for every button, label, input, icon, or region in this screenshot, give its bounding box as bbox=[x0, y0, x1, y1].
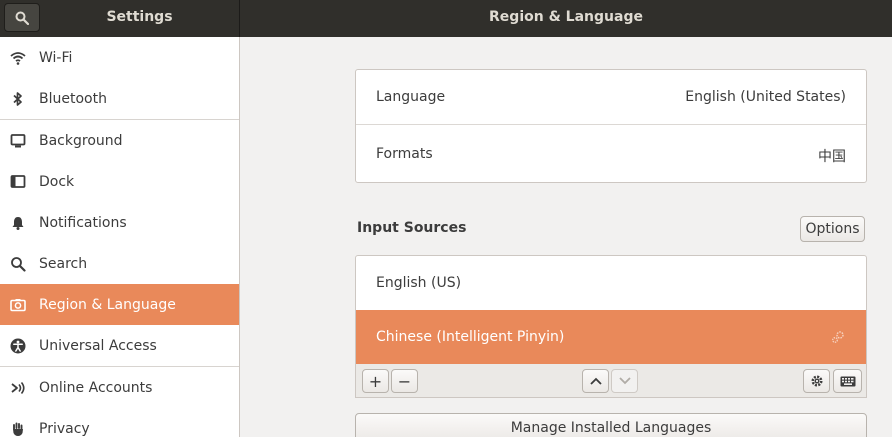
manage-installed-languages-button[interactable]: Manage Installed Languages bbox=[355, 413, 867, 437]
formats-value: 中国 bbox=[818, 149, 846, 165]
sidebar-item-label: Dock bbox=[39, 173, 75, 190]
language-formats-card: Language English (United States) Formats… bbox=[355, 69, 867, 183]
add-input-source-button[interactable]: + bbox=[362, 369, 389, 393]
language-label: Language bbox=[376, 89, 446, 105]
sidebar-item-background[interactable]: Background bbox=[0, 120, 239, 161]
search-icon bbox=[15, 11, 29, 25]
hand-icon bbox=[10, 421, 26, 437]
input-source-row[interactable]: English (US) bbox=[356, 256, 866, 310]
sidebar-item-search[interactable]: Search bbox=[0, 243, 239, 284]
remove-input-source-button[interactable]: − bbox=[391, 369, 418, 393]
bluetooth-icon bbox=[10, 91, 26, 107]
sidebar-item-label: Background bbox=[39, 132, 123, 149]
language-row[interactable]: Language English (United States) bbox=[356, 70, 866, 125]
sidebar-border bbox=[239, 37, 240, 437]
sidebar-item-label: Universal Access bbox=[39, 337, 157, 354]
formats-row[interactable]: Formats 中国 bbox=[356, 125, 866, 182]
sidebar-item-region-language[interactable]: Region & Language bbox=[0, 284, 239, 325]
sidebar-item-label: Bluetooth bbox=[39, 90, 107, 107]
input-sources-toolbar: + − bbox=[355, 364, 867, 398]
sidebar-item-dock[interactable]: Dock bbox=[0, 161, 239, 202]
language-value: English (United States) bbox=[685, 89, 846, 105]
settings-title: Settings bbox=[106, 9, 173, 25]
wifi-icon bbox=[10, 50, 26, 66]
sidebar-item-online-accounts[interactable]: Online Accounts bbox=[0, 367, 239, 408]
input-source-settings-button[interactable] bbox=[803, 369, 830, 393]
move-down-button[interactable] bbox=[611, 369, 638, 393]
sidebar-item-label: Privacy bbox=[39, 420, 90, 437]
options-button[interactable]: Options bbox=[800, 216, 865, 242]
input-sources-title: Input Sources bbox=[357, 220, 467, 236]
chevron-down-icon bbox=[618, 377, 631, 385]
search-icon bbox=[10, 256, 26, 272]
gear-icon bbox=[811, 375, 822, 387]
sidebar-item-label: Online Accounts bbox=[39, 379, 153, 396]
chevron-up-icon bbox=[589, 377, 602, 385]
input-source-label: English (US) bbox=[376, 275, 462, 291]
sidebar-item-label: Wi-Fi bbox=[39, 49, 73, 66]
sidebar-item-label: Region & Language bbox=[39, 296, 176, 313]
keyboard-icon bbox=[840, 376, 855, 386]
sidebar-item-universal-access[interactable]: Universal Access bbox=[0, 325, 239, 366]
move-up-button[interactable] bbox=[582, 369, 609, 393]
online-accounts-icon bbox=[10, 380, 26, 396]
sidebar-item-wifi[interactable]: Wi-Fi bbox=[0, 37, 239, 78]
dock-icon bbox=[10, 174, 26, 190]
search-button[interactable] bbox=[4, 3, 40, 32]
gears-icon[interactable] bbox=[830, 329, 846, 349]
panel-title: Region & Language bbox=[489, 9, 643, 25]
accessibility-icon bbox=[10, 338, 26, 354]
show-keyboard-layout-button[interactable] bbox=[833, 369, 862, 393]
bell-icon bbox=[10, 215, 26, 231]
sidebar-item-notifications[interactable]: Notifications bbox=[0, 202, 239, 243]
sidebar-item-privacy[interactable]: Privacy bbox=[0, 408, 239, 437]
formats-label: Formats bbox=[376, 146, 433, 162]
camera-icon bbox=[10, 297, 26, 313]
sidebar-item-bluetooth[interactable]: Bluetooth bbox=[0, 78, 239, 119]
sidebar-item-label: Notifications bbox=[39, 214, 127, 231]
input-source-label: Chinese (Intelligent Pinyin) bbox=[376, 329, 565, 345]
input-sources-list: English (US) Chinese (Intelligent Pinyin… bbox=[355, 255, 867, 364]
input-source-row-selected[interactable]: Chinese (Intelligent Pinyin) bbox=[356, 310, 866, 364]
sidebar: Wi-Fi Bluetooth Background Dock Notifica… bbox=[0, 37, 239, 437]
monitor-icon bbox=[10, 133, 26, 149]
header-bar: Settings Region & Language bbox=[0, 0, 892, 37]
sidebar-item-label: Search bbox=[39, 255, 88, 272]
